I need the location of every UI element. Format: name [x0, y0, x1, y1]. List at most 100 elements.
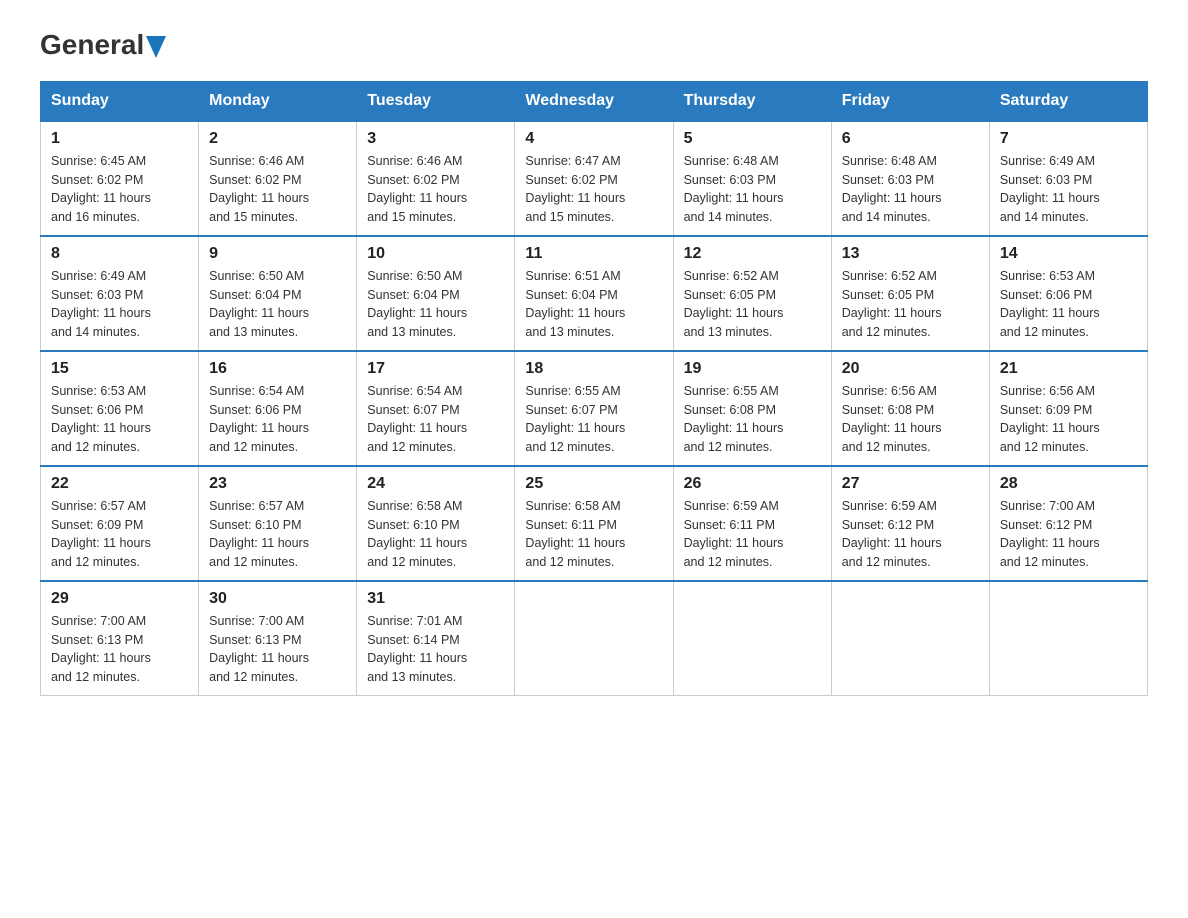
day-number: 3 [367, 130, 504, 148]
weekday-header-wednesday: Wednesday [515, 81, 673, 121]
day-number: 9 [209, 245, 346, 263]
day-number: 21 [1000, 360, 1137, 378]
weekday-header-sunday: Sunday [41, 81, 199, 121]
weekday-header-saturday: Saturday [989, 81, 1147, 121]
calendar-cell: 29 Sunrise: 7:00 AMSunset: 6:13 PMDayligh… [41, 581, 199, 696]
calendar-cell: 20 Sunrise: 6:56 AMSunset: 6:08 PMDayligh… [831, 351, 989, 466]
calendar-cell: 4 Sunrise: 6:47 AMSunset: 6:02 PMDaylight… [515, 121, 673, 236]
calendar-week-row: 15Sunrise: 6:53 AMSunset: 6:06 PMDayligh… [41, 351, 1148, 466]
calendar-cell: 21Sunrise: 6:56 AMSunset: 6:09 PMDayligh… [989, 351, 1147, 466]
calendar-cell: 19 Sunrise: 6:55 AMSunset: 6:08 PMDayligh… [673, 351, 831, 466]
day-info: Sunrise: 6:48 AMSunset: 6:03 PMDaylight:… [684, 152, 821, 227]
day-info: Sunrise: 6:57 AMSunset: 6:10 PMDaylight:… [209, 497, 346, 572]
logo-text: General [40, 30, 166, 61]
calendar-cell [673, 581, 831, 696]
day-info: Sunrise: 6:45 AMSunset: 6:02 PMDaylight:… [51, 152, 188, 227]
day-number: 25 [525, 475, 662, 493]
weekday-header-tuesday: Tuesday [357, 81, 515, 121]
calendar-cell: 15Sunrise: 6:53 AMSunset: 6:06 PMDayligh… [41, 351, 199, 466]
day-info: Sunrise: 6:59 AMSunset: 6:11 PMDaylight:… [684, 497, 821, 572]
day-info: Sunrise: 6:58 AMSunset: 6:10 PMDaylight:… [367, 497, 504, 572]
calendar-cell: 5 Sunrise: 6:48 AMSunset: 6:03 PMDaylight… [673, 121, 831, 236]
calendar-cell: 11 Sunrise: 6:51 AMSunset: 6:04 PMDayligh… [515, 236, 673, 351]
calendar-cell: 13Sunrise: 6:52 AMSunset: 6:05 PMDayligh… [831, 236, 989, 351]
day-number: 6 [842, 130, 979, 148]
calendar-cell: 24 Sunrise: 6:58 AMSunset: 6:10 PMDayligh… [357, 466, 515, 581]
day-info: Sunrise: 6:57 AMSunset: 6:09 PMDaylight:… [51, 497, 188, 572]
day-info: Sunrise: 6:48 AMSunset: 6:03 PMDaylight:… [842, 152, 979, 227]
calendar-week-row: 8Sunrise: 6:49 AMSunset: 6:03 PMDaylight… [41, 236, 1148, 351]
calendar-cell: 26 Sunrise: 6:59 AMSunset: 6:11 PMDayligh… [673, 466, 831, 581]
weekday-header-thursday: Thursday [673, 81, 831, 121]
day-number: 29 [51, 590, 188, 608]
day-number: 16 [209, 360, 346, 378]
day-info: Sunrise: 7:00 AMSunset: 6:13 PMDaylight:… [209, 612, 346, 687]
day-number: 26 [684, 475, 821, 493]
calendar-cell: 31 Sunrise: 7:01 AMSunset: 6:14 PMDayligh… [357, 581, 515, 696]
day-info: Sunrise: 6:53 AMSunset: 6:06 PMDaylight:… [1000, 267, 1137, 342]
calendar-cell: 27Sunrise: 6:59 AMSunset: 6:12 PMDayligh… [831, 466, 989, 581]
day-info: Sunrise: 7:00 AMSunset: 6:12 PMDaylight:… [1000, 497, 1137, 572]
calendar-cell: 8Sunrise: 6:49 AMSunset: 6:03 PMDaylight… [41, 236, 199, 351]
day-number: 12 [684, 245, 821, 263]
calendar-cell: 10 Sunrise: 6:50 AMSunset: 6:04 PMDayligh… [357, 236, 515, 351]
day-number: 17 [367, 360, 504, 378]
day-number: 23 [209, 475, 346, 493]
day-number: 19 [684, 360, 821, 378]
day-info: Sunrise: 6:50 AMSunset: 6:04 PMDaylight:… [209, 267, 346, 342]
day-number: 1 [51, 130, 188, 148]
calendar-table: SundayMondayTuesdayWednesdayThursdayFrid… [40, 81, 1148, 696]
calendar-cell [515, 581, 673, 696]
day-info: Sunrise: 6:54 AMSunset: 6:06 PMDaylight:… [209, 382, 346, 457]
page-header: General [40, 30, 1148, 61]
weekday-header-monday: Monday [199, 81, 357, 121]
day-info: Sunrise: 6:53 AMSunset: 6:06 PMDaylight:… [51, 382, 188, 457]
logo: General [40, 30, 166, 61]
day-info: Sunrise: 6:47 AMSunset: 6:02 PMDaylight:… [525, 152, 662, 227]
day-info: Sunrise: 6:50 AMSunset: 6:04 PMDaylight:… [367, 267, 504, 342]
calendar-cell: 2Sunrise: 6:46 AMSunset: 6:02 PMDaylight… [199, 121, 357, 236]
calendar-cell: 18Sunrise: 6:55 AMSunset: 6:07 PMDayligh… [515, 351, 673, 466]
calendar-cell: 17 Sunrise: 6:54 AMSunset: 6:07 PMDayligh… [357, 351, 515, 466]
day-number: 8 [51, 245, 188, 263]
calendar-cell: 14 Sunrise: 6:53 AMSunset: 6:06 PMDayligh… [989, 236, 1147, 351]
calendar-cell [989, 581, 1147, 696]
day-number: 7 [1000, 130, 1137, 148]
calendar-cell: 30 Sunrise: 7:00 AMSunset: 6:13 PMDayligh… [199, 581, 357, 696]
day-number: 10 [367, 245, 504, 263]
calendar-week-row: 29 Sunrise: 7:00 AMSunset: 6:13 PMDayligh… [41, 581, 1148, 696]
calendar-week-row: 1 Sunrise: 6:45 AMSunset: 6:02 PMDaylight… [41, 121, 1148, 236]
day-info: Sunrise: 6:49 AMSunset: 6:03 PMDaylight:… [1000, 152, 1137, 227]
day-info: Sunrise: 6:56 AMSunset: 6:08 PMDaylight:… [842, 382, 979, 457]
calendar-cell: 6 Sunrise: 6:48 AMSunset: 6:03 PMDaylight… [831, 121, 989, 236]
day-number: 2 [209, 130, 346, 148]
calendar-cell: 16 Sunrise: 6:54 AMSunset: 6:06 PMDayligh… [199, 351, 357, 466]
calendar-cell: 28Sunrise: 7:00 AMSunset: 6:12 PMDayligh… [989, 466, 1147, 581]
day-number: 30 [209, 590, 346, 608]
calendar-cell: 22 Sunrise: 6:57 AMSunset: 6:09 PMDayligh… [41, 466, 199, 581]
day-info: Sunrise: 7:01 AMSunset: 6:14 PMDaylight:… [367, 612, 504, 687]
day-number: 14 [1000, 245, 1137, 263]
day-info: Sunrise: 7:00 AMSunset: 6:13 PMDaylight:… [51, 612, 188, 687]
day-number: 24 [367, 475, 504, 493]
day-number: 4 [525, 130, 662, 148]
day-number: 18 [525, 360, 662, 378]
calendar-cell: 1 Sunrise: 6:45 AMSunset: 6:02 PMDaylight… [41, 121, 199, 236]
day-info: Sunrise: 6:54 AMSunset: 6:07 PMDaylight:… [367, 382, 504, 457]
day-info: Sunrise: 6:58 AMSunset: 6:11 PMDaylight:… [525, 497, 662, 572]
day-info: Sunrise: 6:51 AMSunset: 6:04 PMDaylight:… [525, 267, 662, 342]
day-info: Sunrise: 6:59 AMSunset: 6:12 PMDaylight:… [842, 497, 979, 572]
calendar-cell: 12Sunrise: 6:52 AMSunset: 6:05 PMDayligh… [673, 236, 831, 351]
calendar-cell: 9 Sunrise: 6:50 AMSunset: 6:04 PMDaylight… [199, 236, 357, 351]
day-number: 22 [51, 475, 188, 493]
weekday-header-friday: Friday [831, 81, 989, 121]
calendar-cell: 7 Sunrise: 6:49 AMSunset: 6:03 PMDaylight… [989, 121, 1147, 236]
day-info: Sunrise: 6:55 AMSunset: 6:08 PMDaylight:… [684, 382, 821, 457]
calendar-cell: 25 Sunrise: 6:58 AMSunset: 6:11 PMDayligh… [515, 466, 673, 581]
day-number: 31 [367, 590, 504, 608]
calendar-cell [831, 581, 989, 696]
day-number: 20 [842, 360, 979, 378]
day-number: 5 [684, 130, 821, 148]
weekday-header-row: SundayMondayTuesdayWednesdayThursdayFrid… [41, 81, 1148, 121]
day-number: 11 [525, 245, 662, 263]
